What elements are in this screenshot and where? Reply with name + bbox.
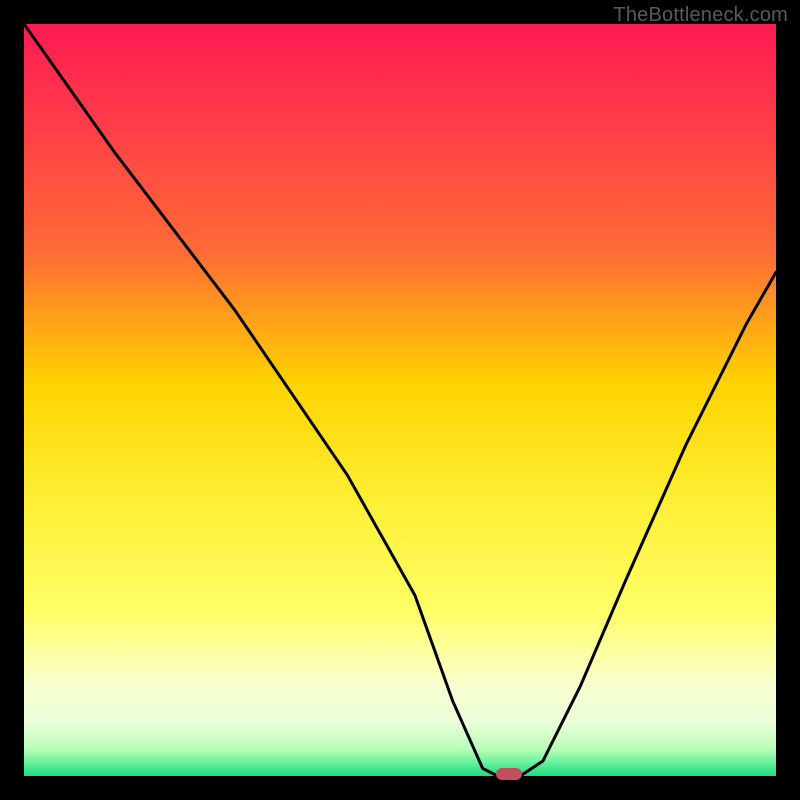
optimal-point-marker: [496, 768, 522, 780]
bottleneck-chart: TheBottleneck.com: [0, 0, 800, 800]
watermark-text: TheBottleneck.com: [613, 4, 788, 27]
chart-svg: [0, 0, 800, 800]
plot-background: [24, 24, 776, 776]
